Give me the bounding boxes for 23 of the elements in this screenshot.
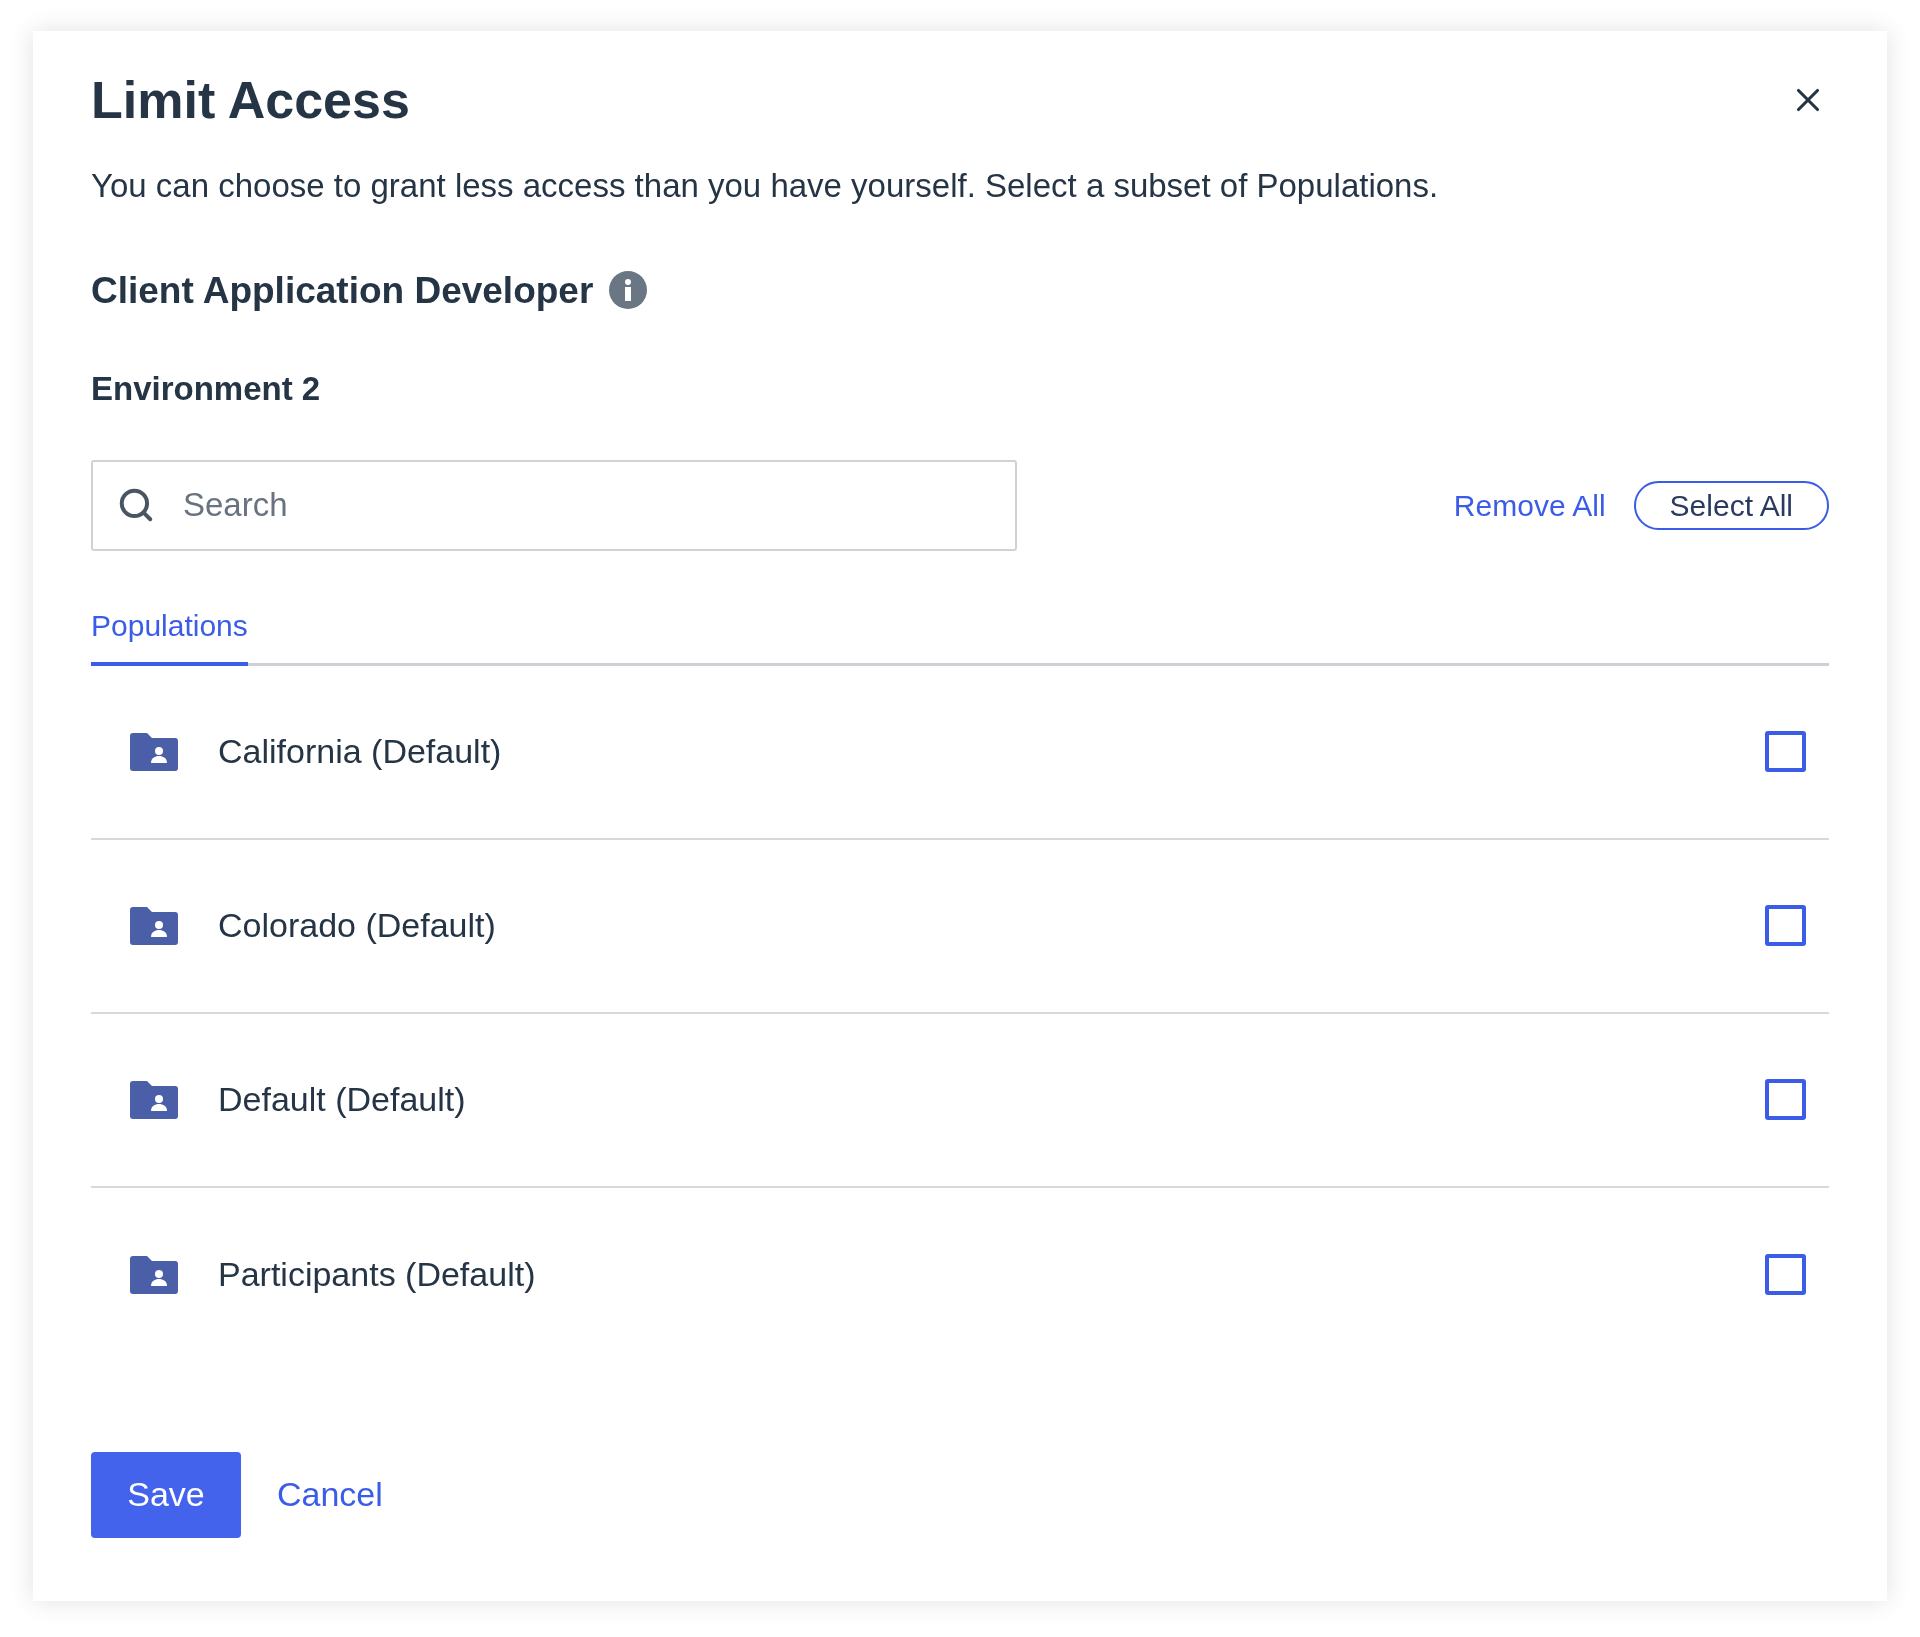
search-field[interactable]: Search: [91, 459, 1017, 551]
population-name: Default (Default): [218, 1079, 466, 1120]
dialog-description: You can choose to grant less access than you have yourself. Select a subset of Populations.: [91, 166, 1440, 206]
tab[interactable]: Populations: [91, 602, 248, 666]
cancel-link[interactable]: Cancel: [277, 1469, 383, 1520]
folder-person-icon: [130, 1080, 178, 1119]
role-heading: Client Application Developer: [91, 268, 594, 313]
checkbox[interactable]: [1765, 1254, 1806, 1295]
folder-person-icon: [130, 906, 178, 945]
checkbox[interactable]: [1765, 905, 1806, 946]
save-button[interactable]: Save: [91, 1451, 241, 1538]
info-icon[interactable]: [609, 271, 648, 310]
folder-person-icon: [130, 732, 178, 771]
remove-all-link[interactable]: Remove All: [1453, 482, 1606, 528]
environment-heading: Environment 2: [91, 369, 322, 409]
checkbox[interactable]: [1765, 1079, 1806, 1120]
select-all-button[interactable]: Select All: [1633, 480, 1829, 530]
population-name: Participants (Default): [218, 1254, 536, 1295]
checkbox[interactable]: [1765, 731, 1806, 772]
population-name: California (Default): [218, 731, 502, 772]
folder-person-icon: [130, 1255, 178, 1294]
dialog-title: Limit Access: [91, 70, 410, 131]
population-name: Colorado (Default): [218, 905, 496, 946]
